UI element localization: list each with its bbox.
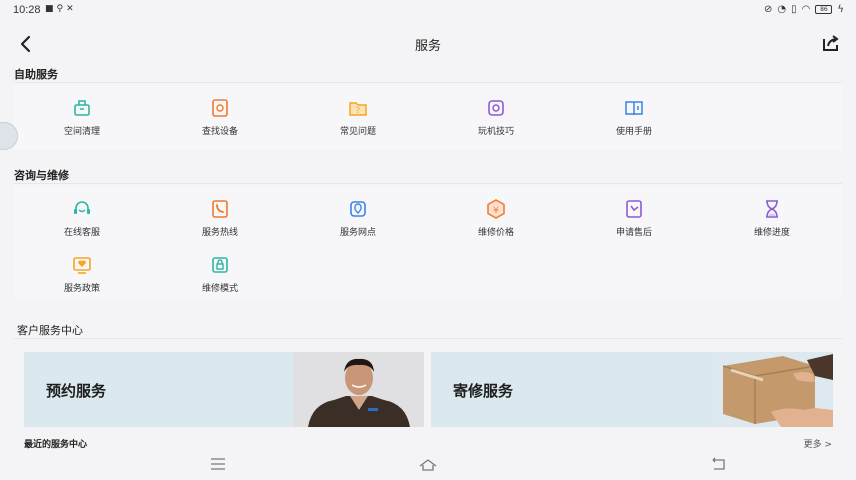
package-photo — [711, 352, 833, 427]
grid-item-hotline[interactable]: 服务热线 — [165, 199, 275, 243]
repair-mode-icon — [212, 257, 228, 273]
video-icon: ■ — [45, 4, 57, 14]
back-icon[interactable] — [708, 456, 728, 472]
grid-item-label: 维修模式 — [201, 284, 238, 294]
policy-icon — [73, 257, 91, 274]
usb-icon: ⚲ — [56, 4, 67, 14]
grid-item-label: 查找设备 — [201, 127, 238, 137]
grid-item-label: 服务政策 — [63, 284, 100, 294]
self-service-panel — [14, 86, 842, 150]
grid-item-space-clean[interactable]: 空间清理 — [27, 98, 137, 142]
grid-item-repair-price[interactable]: ¥ 维修价格 — [441, 199, 551, 243]
mute-icon: ⊘ — [764, 4, 773, 15]
status-time: 10:28 — [13, 4, 41, 16]
page-title: 服务 — [414, 39, 441, 54]
recent-service-center-label: 最近的服务中心 — [24, 440, 88, 450]
card-label: 寄修服务 — [453, 382, 514, 400]
grid-item-service-policy[interactable]: 服务政策 — [27, 255, 137, 299]
wifi-icon: ◠ — [801, 4, 811, 15]
status-left-icons: ■⚲✕ — [45, 4, 77, 14]
menu-icon[interactable] — [208, 456, 228, 472]
charging-icon: ϟ — [837, 4, 844, 15]
grid-item-service-outlet[interactable]: 服务网点 — [303, 199, 413, 243]
question-folder-icon: ? — [349, 102, 367, 116]
svg-text:¥: ¥ — [493, 206, 499, 216]
grid-item-tips[interactable]: 玩机技巧 — [441, 98, 551, 142]
find-device-icon — [212, 99, 228, 117]
grid-item-label: 维修进度 — [753, 228, 790, 238]
grid-item-label: 申请售后 — [615, 228, 652, 238]
person-photo — [294, 352, 424, 427]
card-appointment-service[interactable]: 预约服务 — [24, 352, 424, 427]
after-sales-icon — [626, 200, 642, 218]
price-icon: ¥ — [487, 199, 505, 219]
status-right-icons: ⊘ ◔ ▯ ◠ 86 ϟ — [764, 4, 844, 15]
grid-item-label: 服务热线 — [201, 228, 238, 238]
card-label: 预约服务 — [46, 382, 107, 400]
section-title-self-service: 自助服务 — [14, 68, 58, 81]
grid-item-label: 在线客服 — [63, 228, 100, 238]
grid-item-label: 玩机技巧 — [477, 127, 514, 137]
home-icon[interactable] — [418, 456, 438, 472]
divider — [14, 82, 842, 83]
tools-icon: ✕ — [66, 4, 77, 14]
tips-icon — [488, 100, 504, 116]
status-bar: 10:28 ■⚲✕ ⊘ ◔ ▯ ◠ 86 ϟ — [0, 0, 856, 22]
grid-item-label: 服务网点 — [339, 228, 376, 238]
svg-text:?: ? — [356, 106, 360, 115]
divider — [14, 183, 842, 184]
broom-icon — [74, 100, 90, 116]
grid-item-find-device[interactable]: 查找设备 — [165, 98, 275, 142]
share-icon[interactable] — [820, 32, 842, 54]
grid-item-label: 常见问题 — [339, 127, 376, 137]
grid-item-label: 维修价格 — [477, 228, 514, 238]
more-link[interactable]: 更多 > — [804, 437, 832, 450]
section-title-service-center: 客户服务中心 — [17, 324, 83, 337]
navigation-bar — [0, 450, 856, 480]
phone-icon — [212, 200, 228, 218]
sim-icon: ▯ — [791, 4, 797, 15]
app-header: 服务 — [0, 22, 856, 66]
grid-item-repair-progress[interactable]: 维修进度 — [717, 199, 827, 243]
location-icon — [350, 201, 366, 217]
manual-icon — [625, 101, 643, 116]
section-title-repair: 咨询与维修 — [14, 169, 69, 182]
grid-item-online-service[interactable]: 在线客服 — [27, 199, 137, 243]
grid-item-manual[interactable]: 使用手册 — [579, 98, 689, 142]
grid-item-label: 使用手册 — [615, 127, 652, 137]
divider — [14, 338, 842, 339]
headset-icon — [74, 201, 90, 214]
alarm-icon: ◔ — [777, 4, 787, 15]
grid-item-faq[interactable]: ? 常见问题 — [303, 98, 413, 142]
battery-icon: 86 — [815, 5, 833, 14]
grid-item-label: 空间清理 — [63, 127, 100, 137]
card-mail-repair-service[interactable]: 寄修服务 — [431, 352, 833, 427]
hourglass-icon — [766, 200, 778, 218]
grid-item-repair-mode[interactable]: 维修模式 — [165, 255, 275, 299]
grid-item-after-sales[interactable]: 申请售后 — [579, 199, 689, 243]
